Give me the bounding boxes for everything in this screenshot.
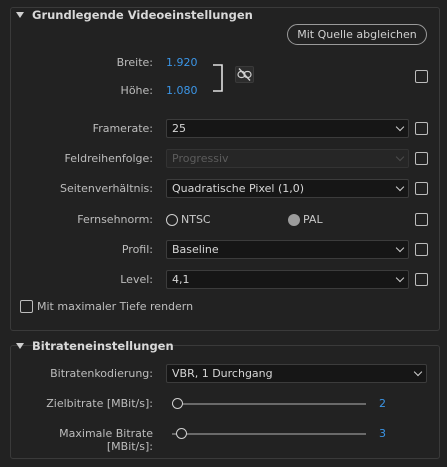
bitrate-settings-title: Bitrateneinstellungen — [32, 339, 174, 353]
pal-label: PAL — [303, 213, 323, 226]
level-label: Level: — [120, 273, 153, 286]
bitrate-encoding-select[interactable]: VBR, 1 Durchgang — [166, 364, 427, 383]
framerate-checkbox[interactable] — [415, 122, 428, 135]
aspect-ratio-select[interactable]: Quadratische Pixel (1,0) — [166, 179, 409, 198]
level-checkbox[interactable] — [415, 273, 428, 286]
profile-label: Profil: — [121, 243, 153, 256]
aspect-ratio-label: Seitenverhältnis: — [59, 182, 153, 195]
profile-select[interactable]: Baseline — [166, 240, 409, 259]
bitrate-encoding-label: Bitratenkodierung: — [50, 367, 153, 380]
tv-standard-label: Fernsehnorm: — [77, 213, 153, 226]
level-value: 4,1 — [172, 273, 190, 286]
level-select[interactable]: 4,1 — [166, 270, 409, 289]
field-order-label: Feldreihenfolge: — [64, 152, 153, 165]
framerate-value: 25 — [172, 122, 186, 135]
chevron-down-icon — [413, 367, 423, 377]
height-value[interactable]: 1.080 — [166, 84, 198, 97]
target-bitrate-thumb[interactable] — [172, 398, 183, 409]
max-bitrate-label: Maximale Bitrate [MBit/s]: — [59, 427, 153, 453]
chevron-down-icon — [395, 243, 405, 253]
video-settings-title: Grundlegende Videoeinstellungen — [32, 8, 253, 22]
ntsc-label: NTSC — [181, 213, 211, 226]
field-order-checkbox[interactable] — [415, 152, 428, 165]
max-bitrate-value[interactable]: 3 — [379, 427, 386, 440]
profile-value: Baseline — [172, 243, 219, 256]
chevron-down-icon — [395, 182, 405, 192]
max-bitrate-thumb[interactable] — [176, 428, 187, 439]
link-bracket — [213, 64, 223, 92]
framerate-select[interactable]: 25 — [166, 119, 409, 138]
unlink-icon[interactable] — [235, 66, 254, 83]
size-override-checkbox[interactable] — [415, 70, 428, 83]
ntsc-radio[interactable] — [166, 214, 178, 226]
match-source-button[interactable]: Mit Quelle abgleichen — [287, 24, 427, 45]
height-label: Höhe: — [120, 84, 153, 97]
width-label: Breite: — [116, 56, 153, 69]
video-settings-header[interactable]: Grundlegende Videoeinstellungen — [16, 8, 253, 22]
aspect-ratio-checkbox[interactable] — [415, 182, 428, 195]
bitrate-encoding-value: VBR, 1 Durchgang — [172, 367, 273, 380]
chevron-down-icon — [395, 273, 405, 283]
target-bitrate-track[interactable] — [172, 403, 366, 405]
framerate-label: Framerate: — [92, 122, 153, 135]
field-order-select: Progressiv — [166, 149, 409, 168]
max-bitrate-track[interactable] — [172, 433, 366, 435]
aspect-ratio-value: Quadratische Pixel (1,0) — [172, 182, 305, 195]
chevron-down-icon — [395, 122, 405, 132]
profile-checkbox[interactable] — [415, 243, 428, 256]
max-depth-checkbox[interactable] — [20, 300, 33, 313]
caret-down-icon — [16, 343, 24, 349]
target-bitrate-label: Zielbitrate [MBit/s]: — [46, 397, 153, 410]
tv-standard-checkbox[interactable] — [415, 213, 428, 226]
max-depth-label: Mit maximaler Tiefe rendern — [37, 300, 194, 313]
caret-down-icon — [16, 12, 24, 18]
pal-radio[interactable] — [288, 214, 300, 226]
field-order-value: Progressiv — [172, 152, 229, 165]
chevron-down-icon — [395, 152, 405, 162]
target-bitrate-value[interactable]: 2 — [379, 397, 386, 410]
width-value[interactable]: 1.920 — [166, 56, 198, 69]
bitrate-settings-header[interactable]: Bitrateneinstellungen — [16, 339, 174, 353]
